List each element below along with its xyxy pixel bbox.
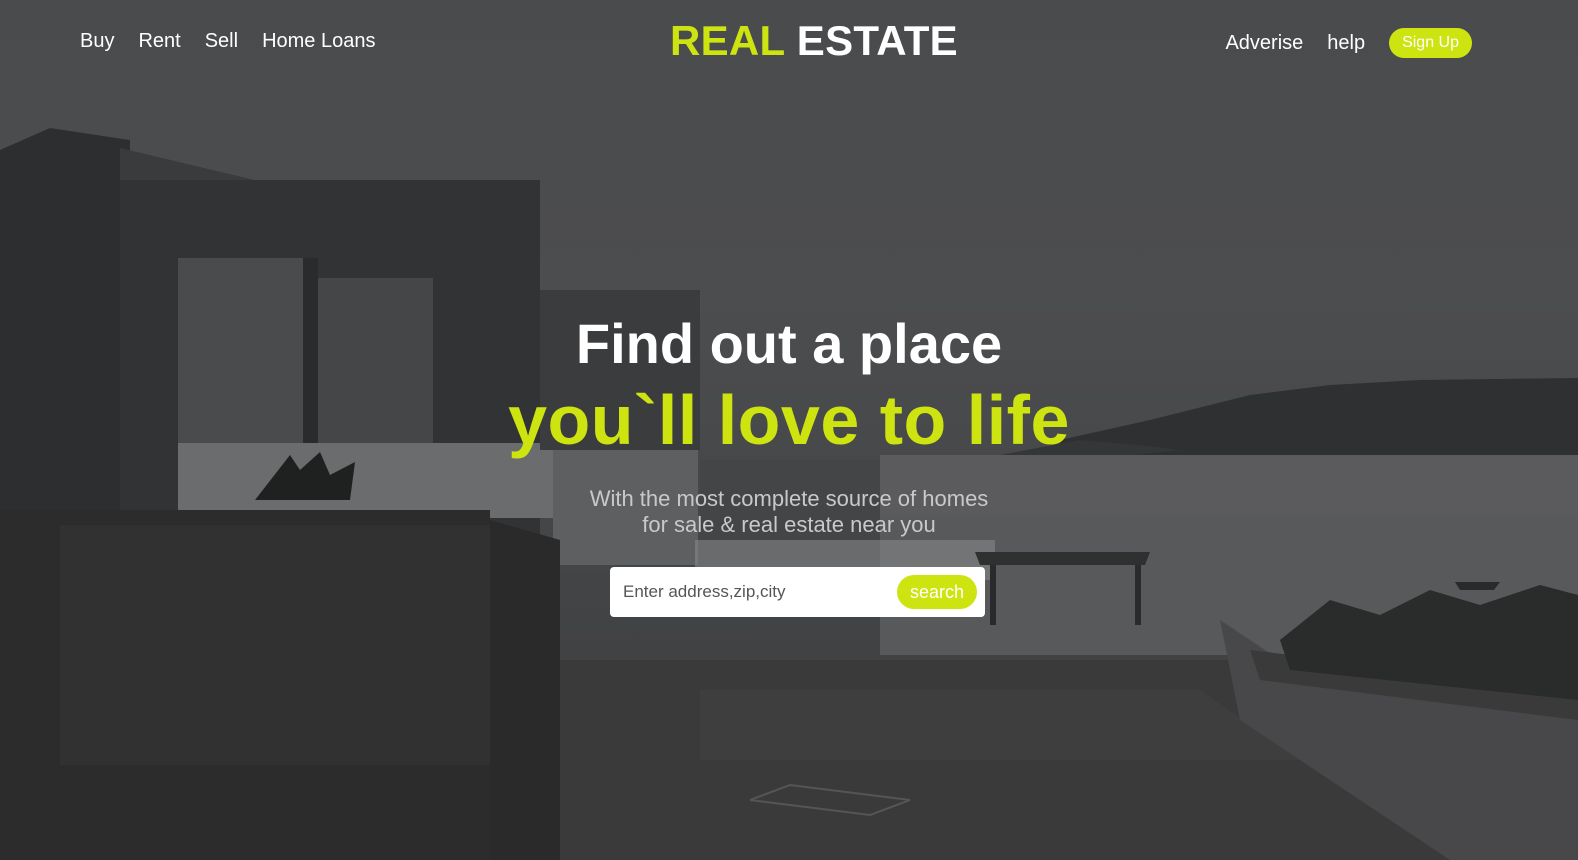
address-search-input[interactable]: [610, 572, 897, 612]
hero-title: Find out a place: [575, 312, 1003, 375]
hero-subtitle: you`ll love to life: [508, 381, 1070, 459]
search-bar: search: [610, 567, 985, 617]
logo-plain-text: ESTATE: [796, 17, 958, 64]
top-navigation: Buy Rent Sell Home Loans REAL ESTATE Adv…: [0, 0, 1578, 84]
hero-description-line-1: With the most complete source of homes: [589, 486, 989, 511]
secondary-nav-links: Adverise help Sign Up: [1225, 28, 1472, 58]
nav-link-advertise[interactable]: Adverise: [1225, 31, 1303, 55]
hero-description-line-2: for sale & real estate near you: [642, 512, 936, 537]
nav-link-help[interactable]: help: [1327, 31, 1365, 55]
search-button[interactable]: search: [896, 575, 977, 609]
logo-accent-text: REAL: [669, 17, 785, 64]
hero-description: With the most complete source of homes f…: [0, 486, 1578, 538]
sign-up-button[interactable]: Sign Up: [1389, 28, 1472, 58]
